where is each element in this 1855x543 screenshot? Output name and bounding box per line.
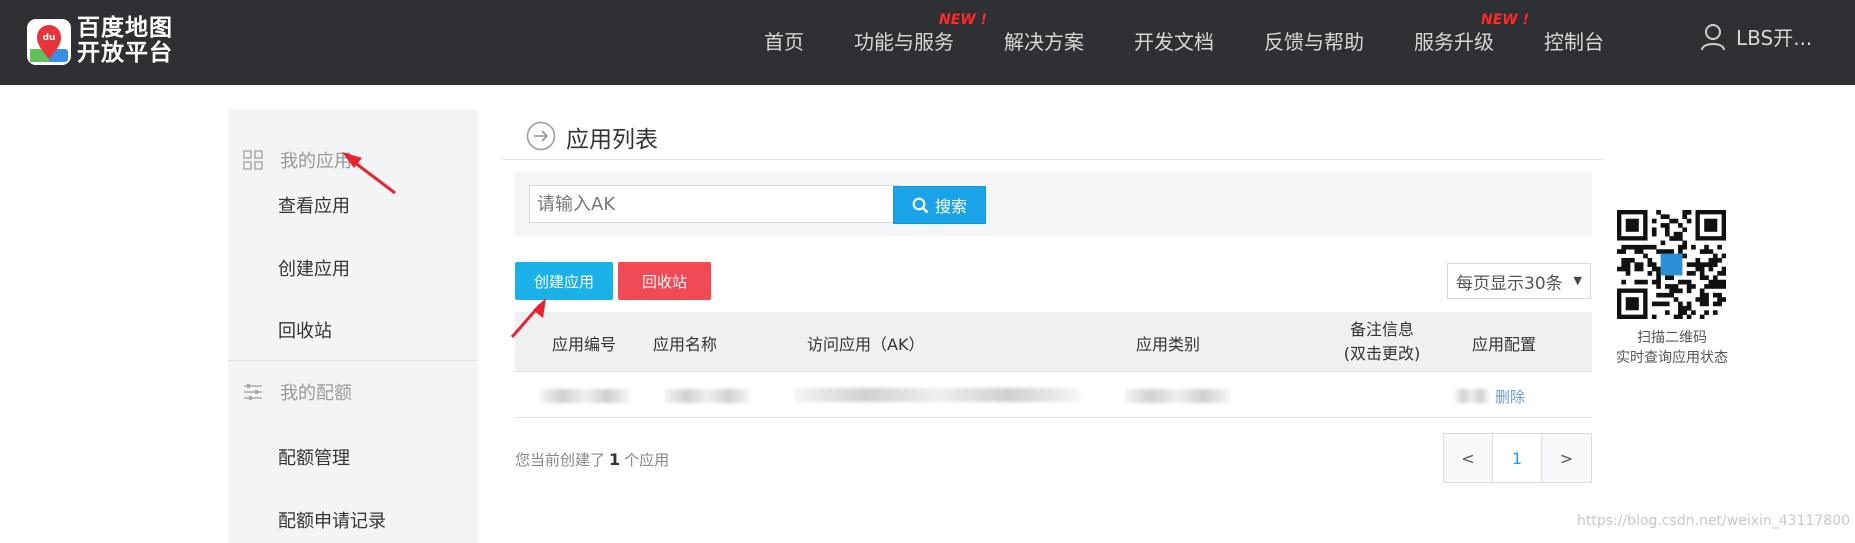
- nav-upgrade[interactable]: 服务升级: [1414, 26, 1494, 55]
- per-page-value: 每页显示30条: [1456, 273, 1563, 294]
- prev-page-button[interactable]: <: [1444, 434, 1493, 482]
- arrow-right-circle-icon: [526, 121, 556, 151]
- column-header-remarks: 备注信息 (双击更改): [1332, 318, 1432, 366]
- nav-feedback[interactable]: 反馈与帮助: [1264, 26, 1364, 55]
- app-count-summary: 您当前创建了 1 个应用: [515, 449, 669, 470]
- nav-solutions[interactable]: 解决方案: [1004, 26, 1084, 55]
- new-badge: NEW !: [939, 12, 987, 28]
- sidebar-group-label: 我的应用: [280, 151, 352, 172]
- table-row: 删除: [515, 372, 1592, 418]
- search-icon: [912, 197, 929, 213]
- column-header-ak: 访问应用（AK）: [807, 335, 925, 354]
- per-page-select[interactable]: 每页显示30条 ▼: [1447, 263, 1591, 299]
- sidebar: 我的应用 查看应用 创建应用 回收站 我的配额 配额管理 配额申请记录: [228, 110, 478, 543]
- logo-text-line2: 开放平台: [77, 40, 173, 66]
- sidebar-group-my-quota[interactable]: 我的配额: [228, 362, 478, 422]
- logo-text-line1: 百度地图: [77, 15, 173, 41]
- sidebar-item-create-app[interactable]: 创建应用: [278, 255, 350, 281]
- next-page-button[interactable]: >: [1542, 434, 1591, 482]
- logo-text[interactable]: 百度地图 开放平台: [77, 16, 173, 66]
- search-button-label: 搜索: [934, 197, 967, 216]
- sidebar-item-recycle-bin[interactable]: 回收站: [278, 317, 332, 343]
- redacted-ak: [795, 388, 1080, 402]
- nav-features[interactable]: 功能与服务: [854, 26, 954, 55]
- sidebar-item-quota-request-history[interactable]: 配额申请记录: [278, 507, 386, 533]
- summary-suffix: 个应用: [624, 451, 670, 469]
- user-icon: [1701, 23, 1725, 50]
- top-navbar: du 百度地图 开放平台 首页 功能与服务 NEW ! 解决方案 开发文档 反馈…: [0, 0, 1855, 85]
- redacted-app-name: [665, 389, 750, 403]
- page-title: 应用列表: [566, 127, 658, 153]
- column-header-app-id: 应用编号: [552, 335, 617, 354]
- column-header-app-name: 应用名称: [653, 335, 718, 354]
- nav-home[interactable]: 首页: [764, 26, 804, 55]
- grid-icon: [243, 150, 263, 170]
- user-menu[interactable]: LBS开...: [1700, 22, 1812, 51]
- page-number[interactable]: 1: [1493, 434, 1542, 482]
- pagination: < 1 >: [1443, 433, 1592, 483]
- column-header-remarks-line1: 备注信息: [1349, 320, 1414, 339]
- summary-count: 1: [609, 450, 621, 469]
- qr-code: [1617, 210, 1726, 319]
- caret-down-icon: ▼: [1573, 274, 1582, 287]
- column-header-app-type: 应用类别: [1136, 335, 1201, 354]
- svg-text:du: du: [43, 33, 56, 43]
- page-header: 应用列表: [503, 110, 1603, 160]
- redacted-app-id: [540, 389, 630, 403]
- baidu-map-logo-icon[interactable]: du: [27, 19, 71, 65]
- search-input[interactable]: [529, 185, 902, 223]
- sliders-icon: [244, 384, 262, 400]
- nav-docs[interactable]: 开发文档: [1134, 26, 1214, 55]
- column-header-remarks-line2: (双击更改): [1343, 344, 1421, 363]
- summary-prefix: 您当前创建了: [515, 451, 606, 469]
- create-app-button[interactable]: 创建应用: [515, 262, 613, 300]
- new-badge: NEW !: [1481, 12, 1529, 28]
- sidebar-item-quota-management[interactable]: 配额管理: [278, 444, 350, 470]
- sidebar-item-view-apps[interactable]: 查看应用: [278, 192, 350, 218]
- qr-caption-line1: 扫描二维码: [1637, 330, 1707, 346]
- watermark: https://blog.csdn.net/weixin_43117800: [1577, 513, 1851, 529]
- column-header-app-config: 应用配置: [1472, 335, 1537, 354]
- recycle-bin-button[interactable]: 回收站: [618, 262, 711, 300]
- table-header: 应用编号 应用名称 访问应用（AK） 应用类别 备注信息 (双击更改) 应用配置: [515, 312, 1592, 372]
- search-button[interactable]: 搜索: [893, 186, 986, 224]
- nav-console[interactable]: 控制台: [1544, 26, 1604, 55]
- sidebar-divider: [228, 360, 478, 361]
- delete-link[interactable]: 删除: [1495, 386, 1525, 407]
- sidebar-group-label: 我的配额: [280, 383, 352, 404]
- qr-caption-line2: 实时查询应用状态: [1616, 350, 1728, 366]
- qr-caption: 扫描二维码 实时查询应用状态: [1604, 328, 1740, 368]
- user-name: LBS开...: [1736, 26, 1813, 50]
- redacted-settings-link[interactable]: [1455, 389, 1489, 403]
- search-panel: 搜索: [515, 172, 1592, 236]
- sidebar-group-my-apps[interactable]: 我的应用: [228, 130, 478, 190]
- redacted-app-type: [1125, 389, 1230, 403]
